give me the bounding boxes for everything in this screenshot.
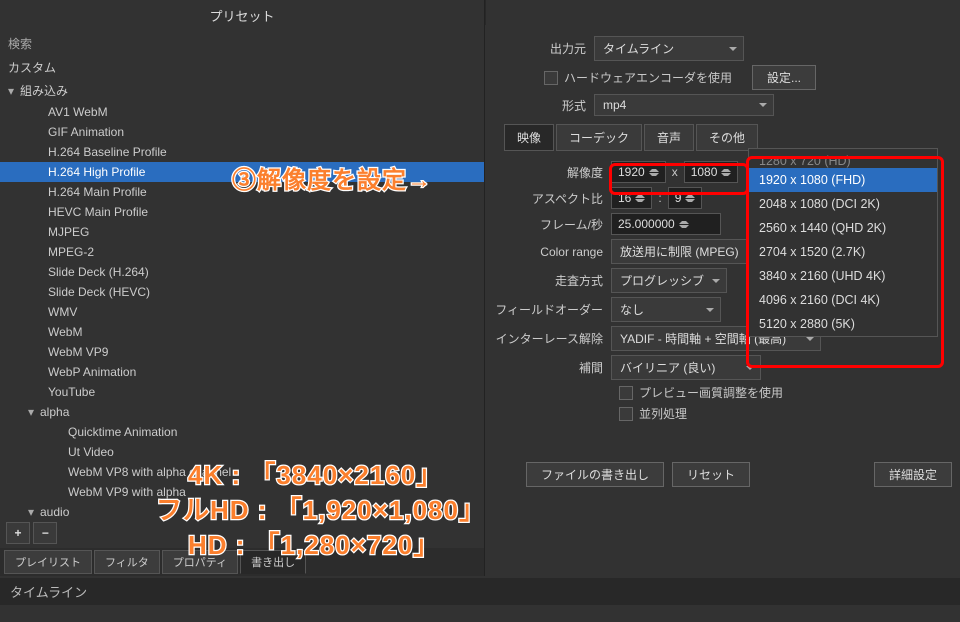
tree-group-alpha[interactable]: ▾alpha: [0, 402, 484, 422]
preset-webp-anim[interactable]: WebP Animation: [0, 362, 484, 382]
aspect-h-value: 9: [675, 191, 682, 205]
tree-group-builtin[interactable]: ▾組み込み: [0, 79, 484, 102]
colorrange-dropdown[interactable]: 放送用に制限 (MPEG): [611, 239, 771, 264]
preset-youtube[interactable]: YouTube: [0, 382, 484, 402]
preset-title: プリセット: [0, 0, 484, 31]
output-src-label: 出力元: [486, 40, 594, 57]
hw-encoder-checkbox[interactable]: [544, 71, 558, 85]
tab-filter[interactable]: フィルタ: [94, 550, 160, 574]
tree-group-audio-label: audio: [40, 505, 69, 519]
res-h-value: 1080: [691, 165, 718, 179]
preset-h264-baseline[interactable]: H.264 Baseline Profile: [0, 142, 484, 162]
reso-option-dci4k[interactable]: 4096 x 2160 (DCI 4K): [749, 288, 937, 312]
fps-input[interactable]: 25.000000: [611, 213, 721, 235]
scan-label: 走査方式: [486, 272, 611, 289]
aspect-w-input[interactable]: 16: [611, 187, 652, 209]
preset-webm[interactable]: WebM: [0, 322, 484, 342]
advanced-button[interactable]: 詳細設定: [874, 462, 952, 487]
annotation-4k: 4K : 「3840×2160」: [188, 455, 443, 492]
resolution-x: x: [672, 165, 678, 179]
colorrange-label: Color range: [486, 245, 611, 259]
preset-qt-anim[interactable]: Quicktime Animation: [0, 422, 484, 442]
preset-slide-hevc[interactable]: Slide Deck (HEVC): [0, 282, 484, 302]
reso-option-27k[interactable]: 2704 x 1520 (2.7K): [749, 240, 937, 264]
res-w-value: 1920: [618, 165, 645, 179]
reso-option-5k[interactable]: 5120 x 2880 (5K): [749, 312, 937, 336]
reso-option-qhd2k[interactable]: 2560 x 1440 (QHD 2K): [749, 216, 937, 240]
timeline-panel-label: タイムライン: [0, 578, 960, 605]
tab-other[interactable]: その他: [696, 124, 758, 151]
fps-label: フレーム/秒: [486, 216, 611, 233]
video-settings-tabs: 映像 コーデック 音声 その他: [504, 124, 960, 151]
tab-codec[interactable]: コーデック: [556, 124, 642, 151]
deint-label: インターレース解除: [486, 330, 611, 347]
aspect-label: アスペクト比: [486, 190, 611, 207]
tab-video[interactable]: 映像: [504, 124, 554, 151]
hw-encoder-label: ハードウェアエンコーダを使用: [564, 69, 732, 86]
interp-dropdown[interactable]: バイリニア (良い): [611, 355, 761, 380]
annotation-fhd: フルHD : 「1,920×1,080」: [156, 490, 486, 527]
aspect-sep: :: [658, 191, 661, 205]
output-src-dropdown[interactable]: タイムライン: [594, 36, 744, 61]
preset-slide-h264[interactable]: Slide Deck (H.264): [0, 262, 484, 282]
tree-group-custom[interactable]: カスタム: [0, 56, 484, 79]
preset-webm-vp9[interactable]: WebM VP9: [0, 342, 484, 362]
format-dropdown[interactable]: mp4: [594, 94, 774, 116]
preset-gif[interactable]: GIF Animation: [0, 122, 484, 142]
preset-av1[interactable]: AV1 WebM: [0, 102, 484, 122]
parallel-checkbox[interactable]: [619, 407, 633, 421]
resolution-label: 解像度: [486, 164, 611, 181]
reso-option-uhd4k[interactable]: 3840 x 2160 (UHD 4K): [749, 264, 937, 288]
reset-button[interactable]: リセット: [672, 462, 750, 487]
tab-playlist[interactable]: プレイリスト: [4, 550, 92, 574]
preview-adj-label: プレビュー画質調整を使用: [639, 384, 783, 401]
annotation-hd: HD : 「1,280×720」: [188, 525, 440, 562]
search-label[interactable]: 検索: [0, 31, 484, 56]
resolution-popup: 1280 x 720 (HD) 1920 x 1080 (FHD) 2048 x…: [748, 148, 938, 337]
reso-option-1080[interactable]: 1920 x 1080 (FHD): [749, 168, 937, 192]
preset-mjpeg[interactable]: MJPEG: [0, 222, 484, 242]
annotation-step3: ③解像度を設定→: [232, 160, 432, 195]
reso-option-720[interactable]: 1280 x 720 (HD): [749, 149, 937, 168]
parallel-label: 並列処理: [639, 405, 687, 422]
tab-audio[interactable]: 音声: [644, 124, 694, 151]
preview-adj-checkbox[interactable]: [619, 386, 633, 400]
fieldorder-dropdown[interactable]: なし: [611, 297, 721, 322]
tree-group-builtin-label: 組み込み: [20, 84, 68, 98]
preset-mpeg2[interactable]: MPEG-2: [0, 242, 484, 262]
aspect-w-value: 16: [618, 191, 631, 205]
interp-label: 補間: [486, 359, 611, 376]
export-file-button[interactable]: ファイルの書き出し: [526, 462, 664, 487]
reso-option-dci2k[interactable]: 2048 x 1080 (DCI 2K): [749, 192, 937, 216]
settings-button[interactable]: 設定...: [752, 65, 816, 90]
preset-hevc-main[interactable]: HEVC Main Profile: [0, 202, 484, 222]
tree-group-alpha-label: alpha: [40, 405, 69, 419]
fps-value: 25.000000: [618, 217, 675, 231]
aspect-h-input[interactable]: 9: [668, 187, 703, 209]
format-label: 形式: [486, 97, 594, 114]
resolution-width-input[interactable]: 1920: [611, 161, 666, 183]
scan-dropdown[interactable]: プログレッシブ: [611, 268, 727, 293]
preset-wmv[interactable]: WMV: [0, 302, 484, 322]
resolution-height-input[interactable]: 1080: [684, 161, 739, 183]
fieldorder-label: フィールドオーダー: [486, 301, 611, 318]
add-preset-button[interactable]: +: [6, 522, 30, 544]
remove-preset-button[interactable]: −: [33, 522, 57, 544]
